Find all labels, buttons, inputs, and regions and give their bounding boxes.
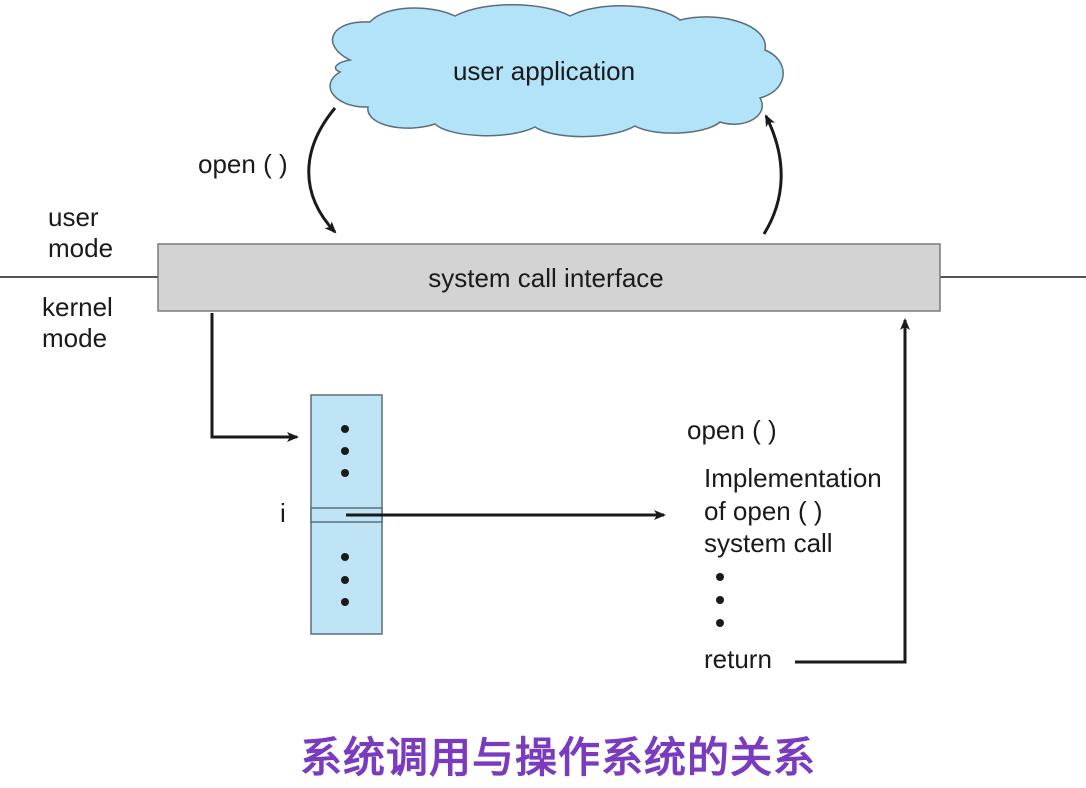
return-label: return xyxy=(704,644,772,674)
diagram-canvas: user application open ( ) user mode kern… xyxy=(0,0,1086,788)
call-label: open ( ) xyxy=(198,149,288,179)
user-application-label: user application xyxy=(453,56,635,86)
diagram-caption: 系统调用与操作系统的关系 xyxy=(299,733,816,782)
implementation-ellipsis xyxy=(716,573,724,627)
dispatch-arrow xyxy=(210,313,299,442)
system-call-diagram: user application open ( ) user mode kern… xyxy=(0,4,1086,674)
system-call-interface-label: system call interface xyxy=(428,263,664,293)
user-mode-label: user mode xyxy=(48,202,113,263)
call-arrow xyxy=(307,107,337,234)
kernel-mode-label: kernel mode xyxy=(42,292,120,353)
return-arrow-to-app xyxy=(762,114,783,235)
table-index-label: i xyxy=(280,498,286,528)
implementation-description: Implementation of open ( ) system call xyxy=(704,463,889,558)
implementation-header: open ( ) xyxy=(687,415,777,445)
